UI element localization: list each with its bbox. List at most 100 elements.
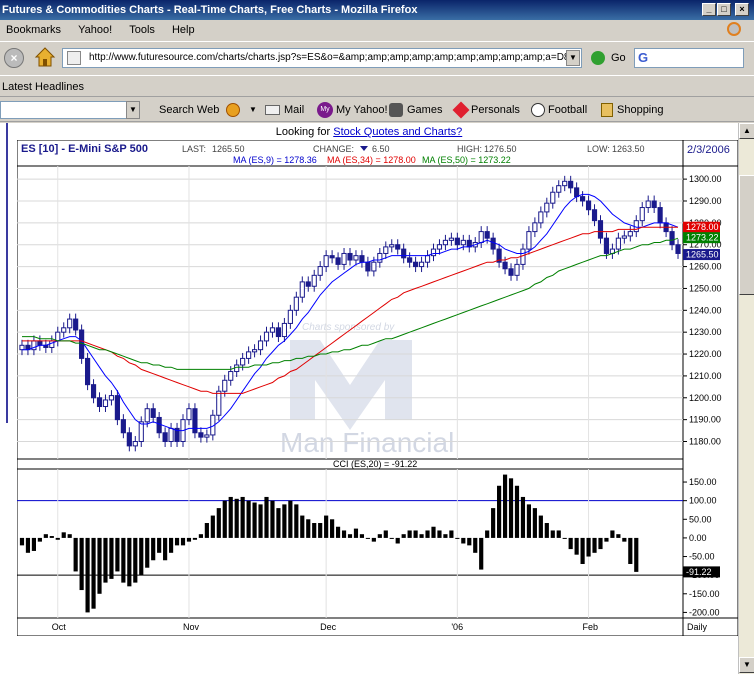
- menu-bar: Bookmarks Yahoo! Tools Help: [0, 20, 754, 40]
- stop-icon[interactable]: ×: [4, 48, 24, 68]
- candle-body: [389, 244, 395, 248]
- cci-bar: [294, 504, 299, 538]
- cci-bar: [276, 508, 281, 538]
- minimize-button[interactable]: _: [702, 3, 716, 16]
- last-price-tag: 1265.50: [686, 250, 719, 260]
- x-axis-label: '06: [451, 622, 463, 632]
- cci-bar: [318, 523, 323, 538]
- cci-bar: [580, 537, 585, 564]
- cci-bar: [186, 537, 192, 542]
- ma50-legend: MA (ES,50) = 1273.22: [422, 155, 511, 165]
- cci-bar: [115, 537, 120, 572]
- address-bar[interactable]: http://www.futuresource.com/charts/chart…: [62, 48, 582, 68]
- cci-bar: [628, 537, 633, 564]
- menu-yahoo[interactable]: Yahoo!: [78, 24, 112, 36]
- bookmark-latest-headlines[interactable]: Latest Headlines: [2, 81, 84, 93]
- mail-icon[interactable]: [265, 105, 280, 115]
- close-window-button[interactable]: ×: [735, 3, 749, 16]
- cci-tick-label: 100.00: [689, 496, 717, 506]
- cci-bar: [407, 530, 412, 538]
- cci-bar: [538, 515, 543, 538]
- x-axis-label: Dec: [320, 622, 337, 632]
- candle-body: [120, 419, 126, 434]
- my-yahoo-button[interactable]: My Yahoo!: [336, 98, 388, 122]
- candle-body: [96, 397, 103, 408]
- cci-bar: [258, 504, 263, 538]
- menu-tools[interactable]: Tools: [129, 24, 155, 36]
- personals-button[interactable]: Personals: [471, 98, 520, 122]
- menu-help[interactable]: Help: [172, 24, 195, 36]
- candle-body: [240, 357, 246, 366]
- candle-body: [49, 340, 55, 348]
- menu-bookmarks[interactable]: Bookmarks: [6, 24, 61, 36]
- candle-body: [377, 252, 383, 263]
- games-button[interactable]: Games: [407, 98, 442, 122]
- cci-bar: [514, 485, 520, 538]
- vertical-scrollbar[interactable]: ▲ ▼: [738, 123, 754, 674]
- candle-body: [192, 408, 198, 434]
- cci-bar: [365, 537, 370, 539]
- bookmarks-toolbar: Latest Headlines: [0, 75, 754, 97]
- stock-quotes-link[interactable]: Stock Quotes and Charts?: [333, 126, 462, 138]
- google-icon[interactable]: G: [638, 50, 648, 65]
- scroll-up-button[interactable]: ▲: [739, 123, 754, 139]
- search-web-button[interactable]: Search Web: [159, 98, 219, 122]
- go-button[interactable]: Go: [611, 52, 626, 64]
- cci-bar: [25, 537, 31, 553]
- cci-bar: [556, 530, 561, 538]
- cci-bar: [419, 534, 424, 538]
- search-input[interactable]: G: [634, 48, 744, 68]
- go-icon[interactable]: [591, 51, 605, 65]
- joystick-icon[interactable]: [389, 103, 403, 117]
- candle-body: [657, 207, 663, 224]
- yahoo-search-input[interactable]: [0, 101, 128, 119]
- candle-body: [413, 261, 419, 268]
- candle-body: [538, 211, 544, 224]
- candle-body: [347, 252, 353, 261]
- cci-bar: [413, 530, 418, 538]
- price-chart[interactable]: ES [10] - E-Mini S&P 500 LAST: 1265.50 C…: [16, 139, 739, 637]
- football-icon[interactable]: [531, 103, 545, 117]
- candle-body: [329, 255, 335, 259]
- scroll-thumb[interactable]: [739, 175, 754, 295]
- cci-tick-label: -150.00: [689, 589, 720, 599]
- scroll-down-button[interactable]: ▼: [739, 657, 754, 673]
- compass-icon[interactable]: [226, 103, 240, 117]
- home-icon[interactable]: [34, 46, 56, 68]
- shopping-bag-icon[interactable]: [601, 103, 613, 117]
- price-tick-label: 1200.00: [689, 393, 722, 403]
- cci-tick-label: 50.00: [689, 514, 712, 524]
- cci-bar: [455, 537, 460, 539]
- candle-body: [73, 318, 79, 331]
- candle-body: [335, 257, 341, 265]
- candle-body: [37, 340, 43, 346]
- candle-body: [168, 427, 174, 443]
- ma50-tag: 1273.22: [686, 233, 719, 243]
- price-tick-label: 1190.00: [689, 415, 721, 425]
- cci-bar: [586, 537, 591, 557]
- chevron-down-icon[interactable]: ▼: [566, 50, 580, 66]
- cci-bar: [383, 530, 388, 538]
- cci-bar: [532, 508, 537, 538]
- change-value: 6.50: [372, 144, 390, 154]
- cci-bar: [353, 528, 359, 538]
- chevron-down-icon[interactable]: ▼: [249, 98, 257, 122]
- candle-body: [317, 266, 323, 276]
- candle-body: [597, 220, 604, 239]
- maximize-button[interactable]: □: [717, 3, 731, 16]
- ma34-legend: MA (ES,34) = 1278.00: [327, 155, 416, 165]
- ma9-legend: MA (ES,9) = 1278.36: [233, 155, 317, 165]
- candle-body: [401, 248, 407, 259]
- heart-icon[interactable]: [452, 101, 470, 119]
- candle-body: [138, 421, 144, 443]
- candle-body: [407, 257, 413, 263]
- price-tick-label: 1180.00: [689, 437, 721, 447]
- football-button[interactable]: Football: [548, 98, 587, 122]
- chevron-down-icon[interactable]: ▼: [126, 101, 140, 119]
- my-yahoo-icon[interactable]: My: [317, 102, 333, 118]
- cci-bar: [467, 537, 472, 546]
- candle-body: [508, 268, 514, 276]
- mail-button[interactable]: Mail: [284, 98, 304, 122]
- candle-body: [639, 207, 645, 222]
- shopping-button[interactable]: Shopping: [617, 98, 664, 122]
